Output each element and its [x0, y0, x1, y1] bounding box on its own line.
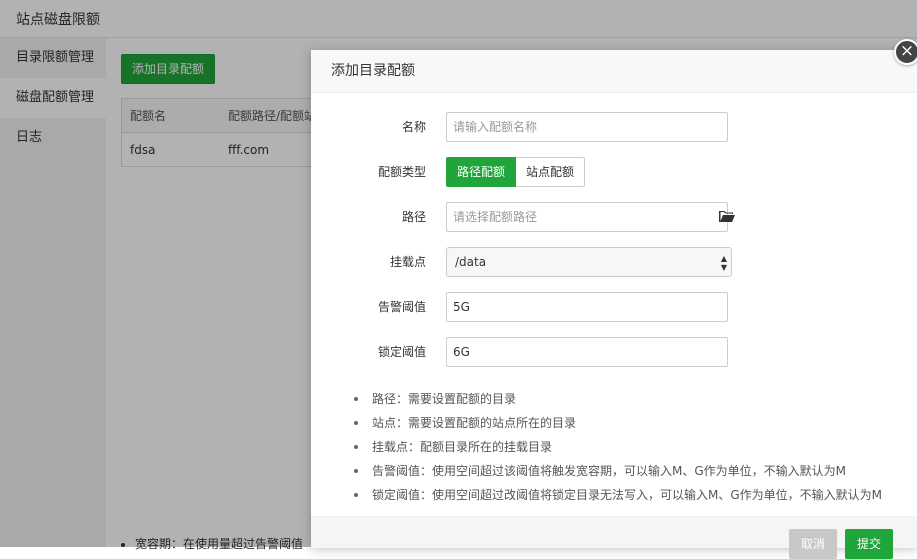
warn-threshold-input[interactable]	[446, 292, 728, 322]
warn-threshold-label: 告警阈值	[311, 292, 426, 322]
mount-label: 挂载点	[311, 247, 426, 277]
help-tips-list: 路径：需要设置配额的目录 站点：需要设置配额的站点所在的目录 挂载点：配额目录所…	[354, 387, 914, 507]
quota-type-label: 配额类型	[311, 157, 426, 187]
list-item: 站点：需要设置配额的站点所在的目录	[354, 411, 914, 435]
warn-row: 告警阈值	[311, 292, 917, 322]
list-item: 挂载点：配额目录所在的挂载目录	[354, 435, 914, 459]
path-row: 路径	[311, 202, 917, 232]
name-input[interactable]	[446, 112, 728, 142]
cancel-button[interactable]: 取消	[789, 529, 837, 559]
dialog-footer: 取消 提交	[311, 516, 917, 548]
dialog-title: 添加目录配额	[311, 50, 917, 93]
path-quota-option[interactable]: 路径配额	[446, 157, 516, 187]
select-arrows-icon: ▲▼	[721, 254, 727, 272]
site-quota-option[interactable]: 站点配额	[516, 157, 585, 187]
folder-open-icon[interactable]	[719, 209, 735, 223]
name-row: 名称	[311, 112, 917, 142]
add-quota-dialog: 添加目录配额 名称 配额类型 路径配额 站点配额 路径 挂载点 /data ▲▼…	[311, 50, 917, 547]
quota-type-toggle: 路径配额 站点配额	[446, 157, 585, 187]
name-label: 名称	[311, 112, 426, 142]
path-label: 路径	[311, 202, 426, 232]
mount-select[interactable]: /data ▲▼	[446, 247, 732, 277]
list-item: 锁定阈值：使用空间超过改阈值将锁定目录无法写入，可以输入M、G作为单位，不输入默…	[354, 483, 914, 507]
lock-threshold-label: 锁定阈值	[311, 337, 426, 367]
quota-type-row: 配额类型 路径配额 站点配额	[311, 157, 917, 187]
list-item: 路径：需要设置配额的目录	[354, 387, 914, 411]
path-input[interactable]	[446, 202, 728, 232]
list-item: 告警阈值：使用空间超过该阈值将触发宽容期，可以输入M、G作为单位，不输入默认为M	[354, 459, 914, 483]
submit-button[interactable]: 提交	[845, 529, 893, 559]
lock-row: 锁定阈值	[311, 337, 917, 367]
close-icon[interactable]: ×	[894, 39, 917, 65]
mount-row: 挂载点 /data ▲▼	[311, 247, 917, 277]
lock-threshold-input[interactable]	[446, 337, 728, 367]
mount-select-value: /data	[455, 255, 486, 269]
